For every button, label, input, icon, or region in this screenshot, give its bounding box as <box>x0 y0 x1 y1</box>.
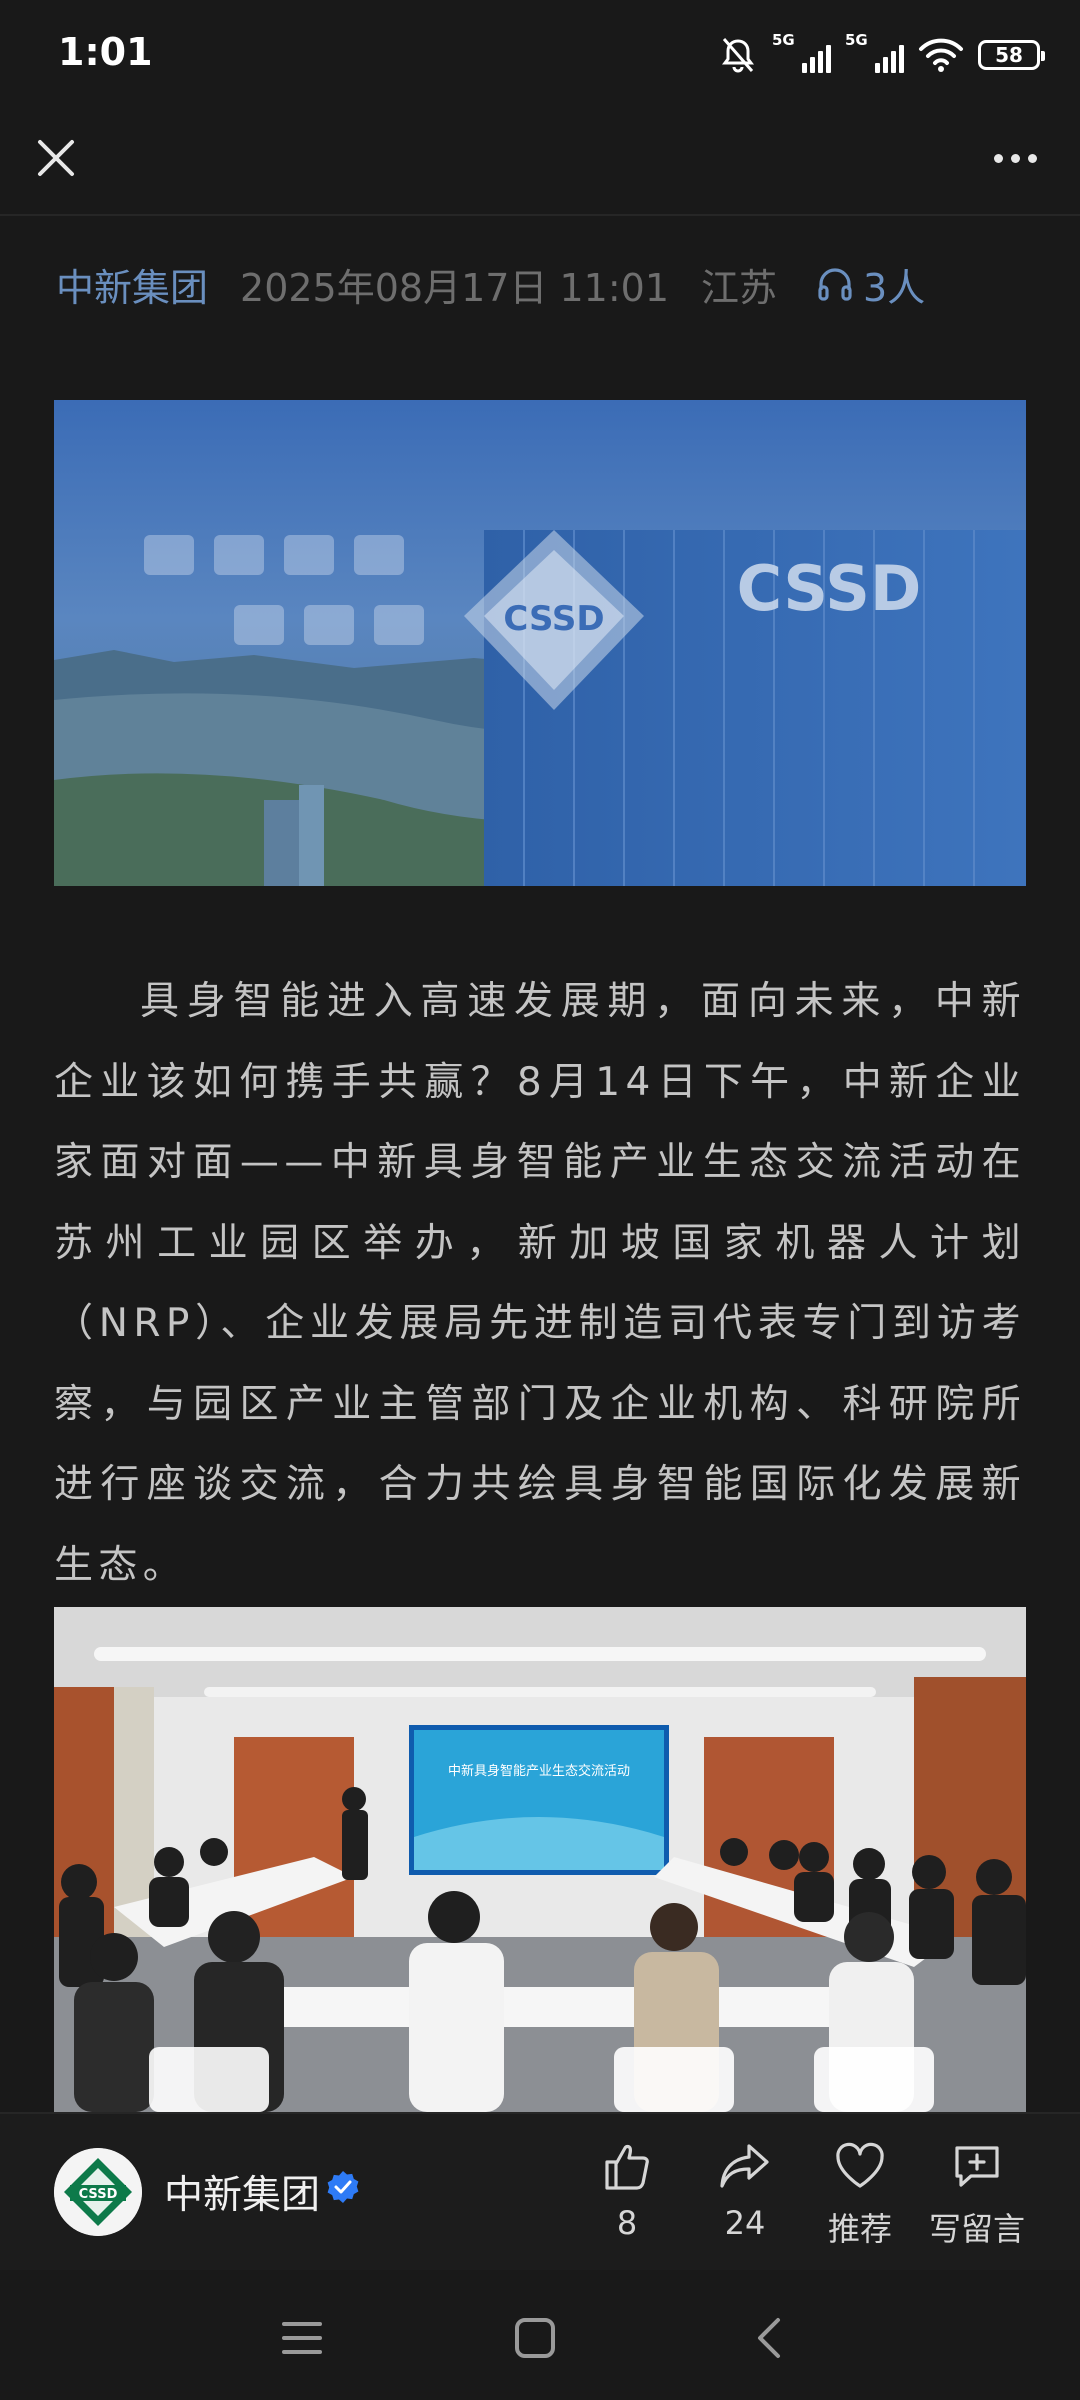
battery-level: 58 <box>995 43 1023 67</box>
meeting-illustration: 中新具身智能产业生态交流活动 <box>54 1607 1026 2112</box>
like-count: 8 <box>616 2204 638 2242</box>
home-nav-button[interactable] <box>505 2308 565 2368</box>
share-icon <box>720 2144 769 2188</box>
wifi-icon <box>919 38 963 72</box>
status-icons: 5G 5G 58 <box>718 30 1045 80</box>
share-button[interactable]: 24 <box>690 2138 800 2242</box>
avatar-logo-text: CSSD <box>79 2187 118 2202</box>
heart-icon <box>836 2142 884 2188</box>
meeting-photo[interactable]: 中新具身智能产业生态交流活动 <box>54 1607 1026 2112</box>
share-count: 24 <box>724 2204 766 2242</box>
signal-label: 5G <box>845 31 868 49</box>
article-meta: 中新集团 2025年08月17日 11:01 江苏 3人 <box>56 258 925 310</box>
article-paragraph: 具身智能进入高速发展期，面向未来，中新企业该如何携手共赢？8月14日下午，中新企… <box>54 979 1026 1588</box>
comment-label: 写留言 <box>928 2210 1025 2248</box>
banner-illustration: CSSD CSSD <box>54 400 1026 886</box>
menu-icon <box>282 2322 322 2354</box>
publish-date: 2025年08月17日 11:01 <box>240 265 670 310</box>
headphones-icon <box>818 268 852 301</box>
back-chevron-icon <box>758 2318 780 2358</box>
tower-text: CSSD <box>737 552 922 625</box>
more-button[interactable] <box>980 130 1050 186</box>
status-bar: 1:01 5G 5G 58 <box>0 0 1080 110</box>
listener-count: 3人 <box>863 265 926 310</box>
menu-nav-button[interactable] <box>272 2308 332 2368</box>
publish-location: 江苏 <box>701 265 778 310</box>
author-link[interactable]: 中新集团 <box>56 257 208 312</box>
signal-icon: 5G <box>845 31 904 73</box>
signal-icon: 5G <box>772 31 831 73</box>
mute-bell-icon <box>722 38 754 73</box>
listen-button[interactable]: 3人 <box>815 257 925 312</box>
comment-add-icon <box>955 2146 999 2187</box>
recommend-button[interactable]: 推荐 <box>805 2138 915 2250</box>
banner-logo-text: CSSD <box>503 599 604 639</box>
status-time: 1:01 <box>58 30 153 74</box>
comment-button[interactable]: 写留言 <box>922 2138 1032 2250</box>
close-button[interactable] <box>28 130 84 186</box>
system-nav-bar <box>0 2270 1080 2400</box>
account-name[interactable]: 中新集团 <box>164 2164 320 2220</box>
cssd-logo-icon: CSSD <box>54 2148 142 2236</box>
battery-icon: 58 <box>978 40 1045 70</box>
like-button[interactable]: 8 <box>572 2138 682 2242</box>
thumbs-up-icon <box>605 2144 649 2190</box>
recommend-label: 推荐 <box>827 2210 892 2248</box>
verified-badge-icon <box>327 2171 359 2203</box>
top-nav <box>0 110 1080 216</box>
banner-image[interactable]: CSSD CSSD <box>54 400 1026 886</box>
bottom-action-bar: CSSD 中新集团 8 24 推荐 写留言 <box>0 2112 1080 2270</box>
screen-title: 中新具身智能产业生态交流活动 <box>448 1763 630 1779</box>
back-nav-button[interactable] <box>740 2308 800 2368</box>
close-icon <box>38 140 74 176</box>
avatar[interactable]: CSSD <box>54 2148 142 2236</box>
more-icon <box>993 153 1003 163</box>
signal-label: 5G <box>772 31 795 49</box>
home-square-icon <box>515 2318 555 2358</box>
